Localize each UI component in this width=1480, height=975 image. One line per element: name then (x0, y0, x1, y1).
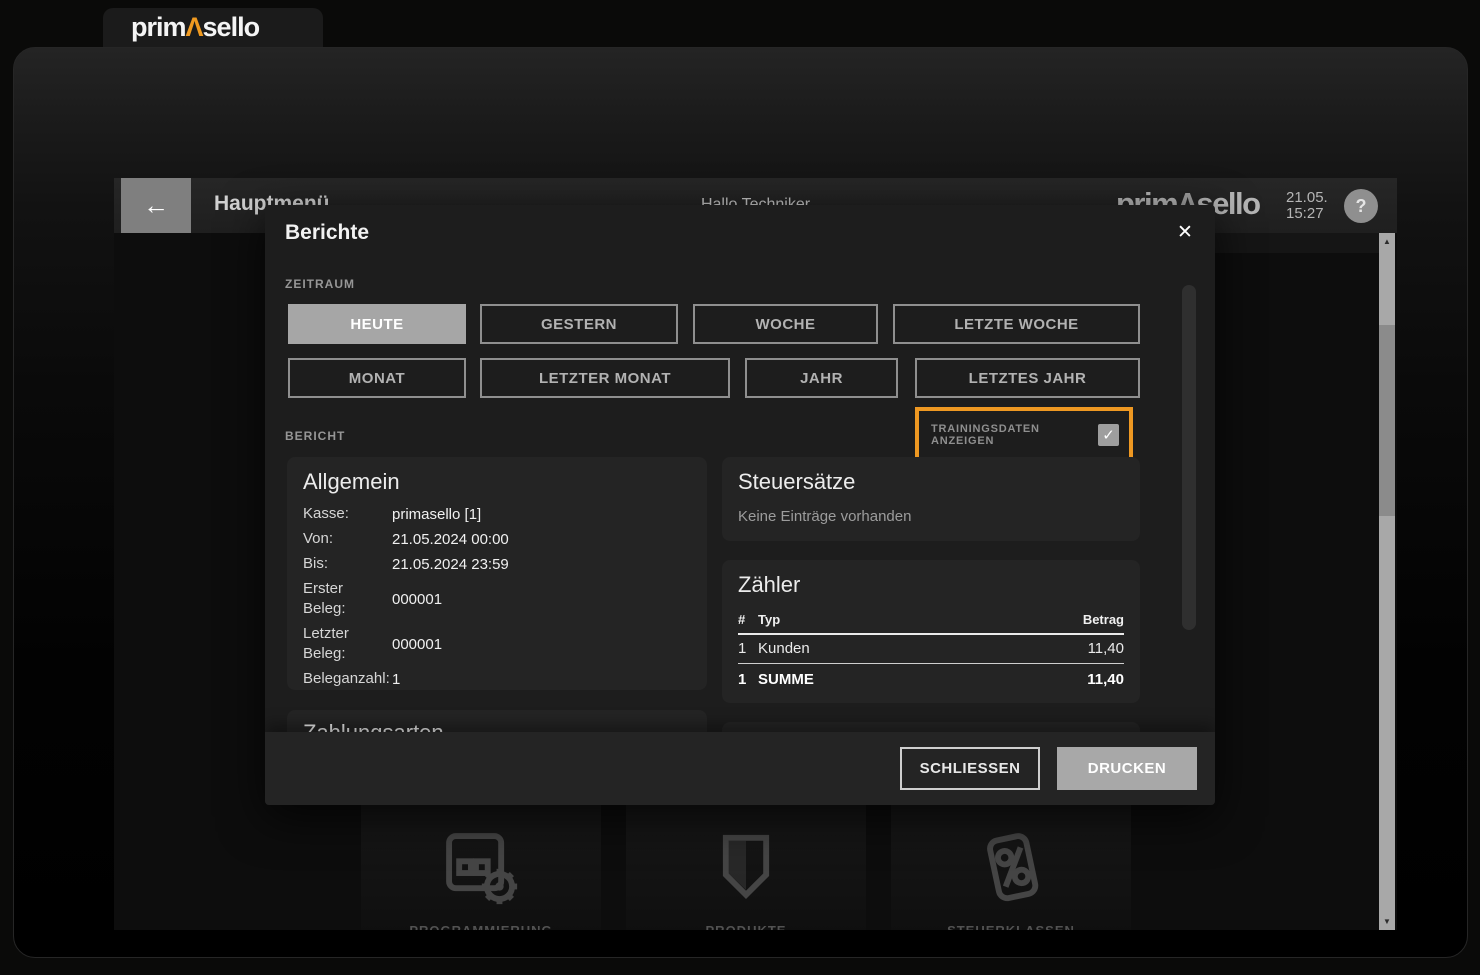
zaehler-title: Zähler (738, 572, 1124, 598)
dialog-scrollbar-thumb[interactable] (1182, 285, 1196, 630)
row-label: Letzter Beleg: (303, 624, 387, 664)
col-betrag: Betrag (1044, 612, 1124, 627)
browser-tab[interactable]: primΛsello (103, 8, 323, 47)
period-button-gestern[interactable]: GESTERN (480, 304, 678, 344)
row-label: Erster Beleg: (303, 579, 387, 619)
logo-lambda-icon: Λ (186, 12, 203, 42)
period-button-letzter-monat[interactable]: LETZTER MONAT (480, 358, 730, 398)
question-mark-icon: ? (1356, 196, 1367, 217)
period-button-letzte-woche[interactable]: LETZTE WOCHE (893, 304, 1140, 344)
period-button-jahr[interactable]: JAHR (745, 358, 898, 398)
trainingsdaten-highlight-box: TRAININGSDATEN ANZEIGEN ✓ (915, 407, 1133, 462)
allgemein-row: Bis: 21.05.2024 23:59 (303, 554, 691, 574)
zaehler-total-row: 1 SUMME 11,40 (738, 664, 1124, 688)
logo-post: sello (203, 12, 260, 42)
row-label: Bis: (303, 554, 387, 574)
logo-pre: prim (131, 12, 186, 42)
help-button[interactable]: ? (1344, 189, 1378, 223)
col-typ: Typ (758, 612, 1044, 627)
scroll-down-icon[interactable]: ▼ (1379, 917, 1395, 926)
row-value: 21.05.2024 00:00 (392, 531, 691, 548)
total-count: 1 (738, 671, 758, 688)
back-arrow-icon: ← (143, 190, 169, 221)
allgemein-row: Letzter Beleg: 000001 (303, 624, 691, 664)
allgemein-row: Von: 21.05.2024 00:00 (303, 529, 691, 549)
zaehler-row: 1 Kunden 11,40 (738, 635, 1124, 664)
row-value: 21.05.2024 23:59 (392, 556, 691, 573)
bericht-section-label: BERICHT (285, 429, 345, 443)
zaehler-table-header: # Typ Betrag (738, 612, 1124, 635)
allgemein-row: Beleganzahl: 1 (303, 669, 691, 689)
zaehler-panel: Zähler # Typ Betrag 1 Kunden 11,40 1 SUM… (722, 560, 1140, 703)
datetime-display: 21.05. 15:27 (1286, 190, 1328, 222)
dialog-footer: SCHLIESSEN DRUCKEN (265, 732, 1215, 805)
total-label: SUMME (758, 671, 1044, 688)
trainingsdaten-label: TRAININGSDATEN ANZEIGEN (931, 423, 1098, 447)
close-icon[interactable]: ✕ (1177, 221, 1193, 244)
cell-type: Kunden (758, 640, 1044, 657)
trainingsdaten-checkbox[interactable]: ✓ (1098, 424, 1119, 446)
row-value: 000001 (392, 636, 691, 653)
steuersaetze-panel: Steuersätze Keine Einträge vorhanden (722, 457, 1140, 541)
row-label: Beleganzahl: (303, 669, 387, 689)
row-label: Kasse: (303, 504, 387, 524)
steuersaetze-title: Steuersätze (738, 469, 1124, 495)
checkmark-icon: ✓ (1102, 426, 1115, 444)
back-button[interactable]: ← (121, 178, 191, 233)
scroll-up-icon[interactable]: ▲ (1379, 237, 1395, 246)
zaehler-table: # Typ Betrag 1 Kunden 11,40 1 SUMME 11,4… (738, 612, 1124, 688)
allgemein-panel: Allgemein Kasse: primasello [1] Von: 21.05… (287, 457, 707, 690)
time-text: 15:27 (1286, 206, 1328, 222)
drucken-button[interactable]: DRUCKEN (1057, 747, 1197, 790)
allgemein-row: Erster Beleg: 000001 (303, 579, 691, 619)
primasello-logo: primΛsello (131, 12, 259, 43)
berichte-dialog: Berichte ✕ ZEITRAUM HEUTE GESTERN WOCHE … (265, 205, 1215, 805)
cell-count: 1 (738, 640, 758, 657)
row-value: 000001 (392, 591, 691, 608)
page-scrollbar[interactable]: ▲ ▼ (1379, 233, 1395, 930)
period-button-woche[interactable]: WOCHE (693, 304, 878, 344)
row-value: primasello [1] (392, 506, 691, 523)
allgemein-title: Allgemein (303, 469, 691, 495)
row-label: Von: (303, 529, 387, 549)
total-amount: 11,40 (1044, 671, 1124, 688)
date-text: 21.05. (1286, 190, 1328, 206)
period-button-letztes-jahr[interactable]: LETZTES JAHR (915, 358, 1140, 398)
dialog-title: Berichte (285, 221, 369, 245)
steuersaetze-empty-text: Keine Einträge vorhanden (738, 508, 1124, 525)
row-value: 1 (392, 671, 691, 688)
page-scrollbar-thumb[interactable] (1379, 325, 1395, 516)
zeitraum-section-label: ZEITRAUM (285, 277, 355, 291)
period-button-monat[interactable]: MONAT (288, 358, 466, 398)
cell-amount: 11,40 (1044, 640, 1124, 657)
col-num: # (738, 612, 758, 627)
allgemein-row: Kasse: primasello [1] (303, 504, 691, 524)
period-button-heute[interactable]: HEUTE (288, 304, 466, 344)
schliessen-button[interactable]: SCHLIESSEN (900, 747, 1040, 790)
